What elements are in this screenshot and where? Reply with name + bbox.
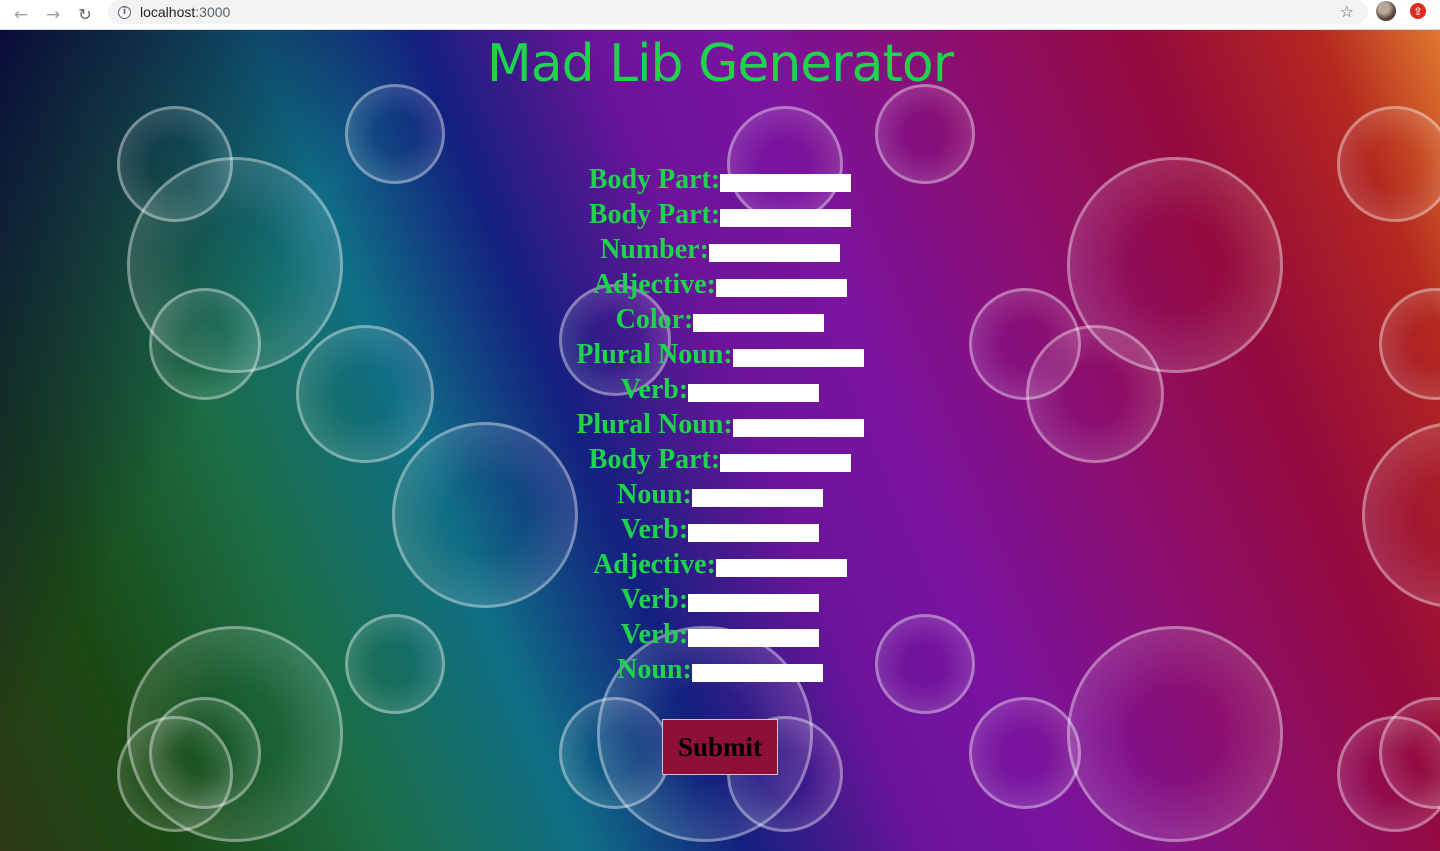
word-input[interactable]: [688, 594, 820, 612]
word-input[interactable]: [688, 384, 820, 402]
field-label: Body Part:: [588, 199, 721, 230]
field-label: Plural Noun:: [576, 409, 733, 440]
url-host: localhost: [140, 4, 196, 20]
form-row: Verb:: [0, 510, 1440, 545]
field-label: Verb:: [620, 584, 689, 615]
word-input[interactable]: [691, 489, 823, 507]
form-row: Verb:: [0, 580, 1440, 615]
form-row: Adjective:: [0, 265, 1440, 300]
form-row: Number:: [0, 230, 1440, 265]
word-input[interactable]: [715, 279, 847, 297]
form-row: Plural Noun:: [0, 335, 1440, 370]
arrow-right-icon[interactable]: →: [42, 4, 64, 26]
page-title: Mad Lib Generator: [486, 34, 954, 94]
info-icon[interactable]: i: [118, 5, 131, 19]
form-row: Plural Noun:: [0, 405, 1440, 440]
field-label: Noun:: [617, 479, 692, 510]
form-row: Body Part:: [0, 440, 1440, 475]
field-label: Number:: [600, 234, 709, 265]
word-input[interactable]: [732, 349, 864, 367]
arrow-left-icon[interactable]: ←: [10, 4, 32, 26]
form-row: Body Part:: [0, 160, 1440, 195]
reload-icon[interactable]: ↻: [74, 4, 96, 26]
page-background: Mad Lib Generator Body Part: Body Part: Nu…: [0, 30, 1440, 851]
bubble-decoration: [117, 716, 233, 832]
word-input[interactable]: [720, 174, 852, 192]
form-row: Verb:: [0, 615, 1440, 650]
word-input[interactable]: [708, 244, 840, 262]
form-row: Noun:: [0, 475, 1440, 510]
browser-toolbar: ← → ↻ i localhost:3000 ☆ ⇧: [0, 0, 1440, 30]
bubble-decoration: [1337, 716, 1440, 832]
extension-icon[interactable]: ⇧: [1410, 3, 1426, 19]
word-input[interactable]: [691, 664, 823, 682]
form-row: Verb:: [0, 370, 1440, 405]
bubble-decoration: [559, 697, 671, 809]
bubble-decoration: [969, 697, 1081, 809]
form-row: Body Part:: [0, 195, 1440, 230]
field-label: Noun:: [617, 654, 692, 685]
word-input[interactable]: [720, 454, 852, 472]
field-label: Verb:: [620, 374, 689, 405]
word-input[interactable]: [688, 629, 820, 647]
address-bar[interactable]: i localhost:3000 ☆: [108, 0, 1368, 24]
field-label: Body Part:: [588, 164, 721, 195]
word-input[interactable]: [688, 524, 820, 542]
word-input[interactable]: [693, 314, 825, 332]
field-label: Adjective:: [593, 549, 716, 580]
form-row: Adjective:: [0, 545, 1440, 580]
word-input[interactable]: [732, 419, 864, 437]
field-label: Adjective:: [593, 269, 716, 300]
field-label: Verb:: [620, 619, 689, 650]
avatar[interactable]: [1376, 1, 1396, 21]
field-label: Color:: [615, 304, 694, 335]
word-input[interactable]: [720, 209, 852, 227]
bubble-decoration: [149, 697, 261, 809]
madlib-form: Body Part: Body Part: Number: Adjective: Col…: [0, 160, 1440, 685]
form-row: Color:: [0, 300, 1440, 335]
field-label: Plural Noun:: [576, 339, 733, 370]
bubble-decoration: [1379, 697, 1440, 809]
field-label: Body Part:: [588, 444, 721, 475]
star-icon[interactable]: ☆: [1340, 2, 1354, 21]
word-input[interactable]: [715, 559, 847, 577]
submit-button[interactable]: Submit: [662, 719, 778, 775]
form-row: Noun:: [0, 650, 1440, 685]
url-port: :3000: [195, 4, 231, 20]
field-label: Verb:: [620, 514, 689, 545]
